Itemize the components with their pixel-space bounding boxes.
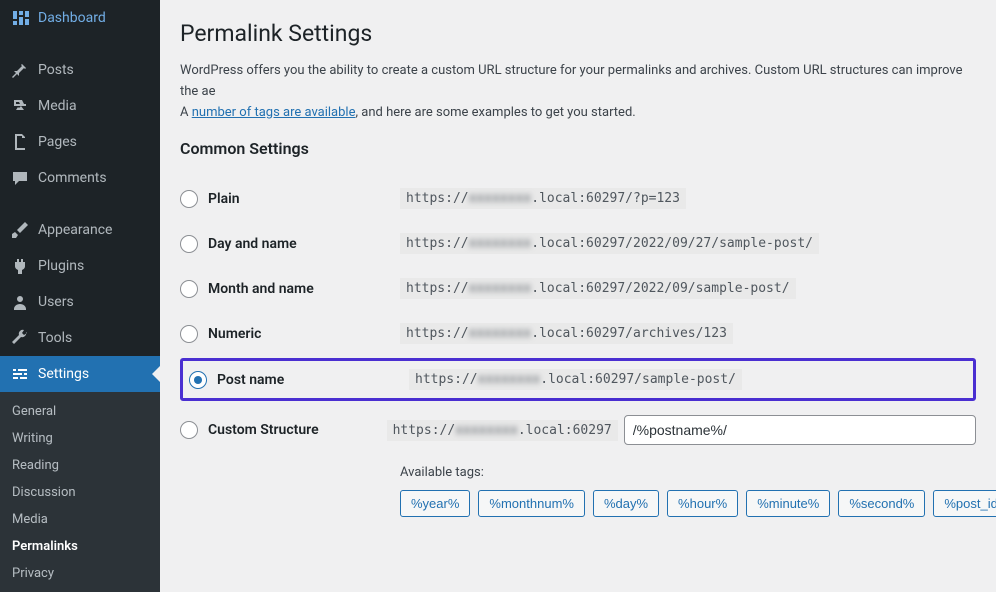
comments-icon: [10, 168, 30, 188]
plug-icon: [10, 256, 30, 276]
sidebar-label: Pages: [38, 134, 77, 150]
page-title: Permalink Settings: [180, 20, 976, 47]
option-row-plain: Plain https://xxxxxxxx.local:60297/?p=12…: [180, 176, 976, 221]
main-content: Permalink Settings WordPress offers you …: [160, 0, 996, 592]
sidebar-item-users[interactable]: Users: [0, 284, 160, 320]
submenu-item-writing[interactable]: Writing: [0, 425, 160, 452]
sidebar-label: Dashboard: [38, 10, 106, 26]
tag-second[interactable]: %second%: [838, 490, 925, 517]
radio-custom[interactable]: [180, 421, 198, 439]
tag-day[interactable]: %day%: [593, 490, 659, 517]
tag-hour[interactable]: %hour%: [667, 490, 738, 517]
sidebar-item-posts[interactable]: Posts: [0, 52, 160, 88]
radio-numeric[interactable]: [180, 325, 198, 343]
submenu-item-general[interactable]: General: [0, 398, 160, 425]
option-label-custom[interactable]: Custom Structure: [180, 421, 387, 439]
admin-sidebar: Dashboard Posts Media Pages Comments App…: [0, 0, 160, 592]
example-day-name: https://xxxxxxxx.local:60297/2022/09/27/…: [400, 233, 819, 254]
dashboard-icon: [10, 8, 30, 28]
tag-year[interactable]: %year%: [400, 490, 470, 517]
option-label-post-name[interactable]: Post name: [189, 371, 409, 389]
submenu-item-discussion[interactable]: Discussion: [0, 479, 160, 506]
wrench-icon: [10, 328, 30, 348]
custom-structure-input[interactable]: [624, 415, 976, 445]
sidebar-item-comments[interactable]: Comments: [0, 160, 160, 196]
example-plain: https://xxxxxxxx.local:60297/?p=123: [400, 188, 686, 209]
sidebar-label: Comments: [38, 170, 107, 186]
sidebar-label: Users: [38, 294, 74, 310]
available-tags: %year% %monthnum% %day% %hour% %minute% …: [400, 490, 976, 517]
pin-icon: [10, 60, 30, 80]
sidebar-label: Settings: [38, 366, 89, 382]
radio-month-name[interactable]: [180, 280, 198, 298]
sidebar-item-plugins[interactable]: Plugins: [0, 248, 160, 284]
sidebar-label: Plugins: [38, 258, 84, 274]
settings-submenu: General Writing Reading Discussion Media…: [0, 392, 160, 592]
option-row-month-name: Month and name https://xxxxxxxx.local:60…: [180, 266, 976, 311]
sidebar-label: Media: [38, 98, 77, 114]
option-row-day-name: Day and name https://xxxxxxxx.local:6029…: [180, 221, 976, 266]
option-label-plain[interactable]: Plain: [180, 190, 400, 208]
tags-help-link[interactable]: number of tags are available: [192, 105, 356, 120]
sidebar-label: Tools: [38, 330, 72, 346]
brush-icon: [10, 220, 30, 240]
option-row-post-name: Post name https://xxxxxxxx.local:60297/s…: [180, 358, 976, 401]
page-description: WordPress offers you the ability to crea…: [180, 61, 976, 123]
media-icon: [10, 96, 30, 116]
user-icon: [10, 292, 30, 312]
tag-post-id[interactable]: %post_id%: [933, 490, 996, 517]
option-label-day-name[interactable]: Day and name: [180, 235, 400, 253]
sidebar-item-tools[interactable]: Tools: [0, 320, 160, 356]
option-row-custom: Custom Structure https://xxxxxxxx.local:…: [180, 403, 976, 457]
pages-icon: [10, 132, 30, 152]
submenu-item-privacy[interactable]: Privacy: [0, 560, 160, 587]
example-month-name: https://xxxxxxxx.local:60297/2022/09/sam…: [400, 278, 796, 299]
option-label-month-name[interactable]: Month and name: [180, 280, 400, 298]
radio-post-name[interactable]: [189, 371, 207, 389]
sidebar-item-pages[interactable]: Pages: [0, 124, 160, 160]
radio-day-name[interactable]: [180, 235, 198, 253]
example-numeric: https://xxxxxxxx.local:60297/archives/12…: [400, 323, 733, 344]
sidebar-label: Posts: [38, 62, 74, 78]
example-post-name: https://xxxxxxxx.local:60297/sample-post…: [409, 369, 742, 390]
tag-minute[interactable]: %minute%: [746, 490, 830, 517]
submenu-item-reading[interactable]: Reading: [0, 452, 160, 479]
sidebar-label: Appearance: [38, 222, 112, 238]
section-heading: Common Settings: [180, 139, 976, 158]
sidebar-item-media[interactable]: Media: [0, 88, 160, 124]
sliders-icon: [10, 364, 30, 384]
radio-plain[interactable]: [180, 190, 198, 208]
available-tags-label: Available tags:: [400, 465, 976, 480]
sidebar-item-settings[interactable]: Settings: [0, 356, 160, 392]
sidebar-separator: [0, 36, 160, 52]
example-custom-prefix: https://xxxxxxxx.local:60297: [387, 420, 618, 441]
submenu-item-permalinks[interactable]: Permalinks: [0, 533, 160, 560]
tag-monthnum[interactable]: %monthnum%: [478, 490, 585, 517]
option-row-numeric: Numeric https://xxxxxxxx.local:60297/arc…: [180, 311, 976, 356]
sidebar-separator: [0, 196, 160, 212]
submenu-item-media[interactable]: Media: [0, 506, 160, 533]
sidebar-item-dashboard[interactable]: Dashboard: [0, 0, 160, 36]
sidebar-item-appearance[interactable]: Appearance: [0, 212, 160, 248]
option-label-numeric[interactable]: Numeric: [180, 325, 400, 343]
